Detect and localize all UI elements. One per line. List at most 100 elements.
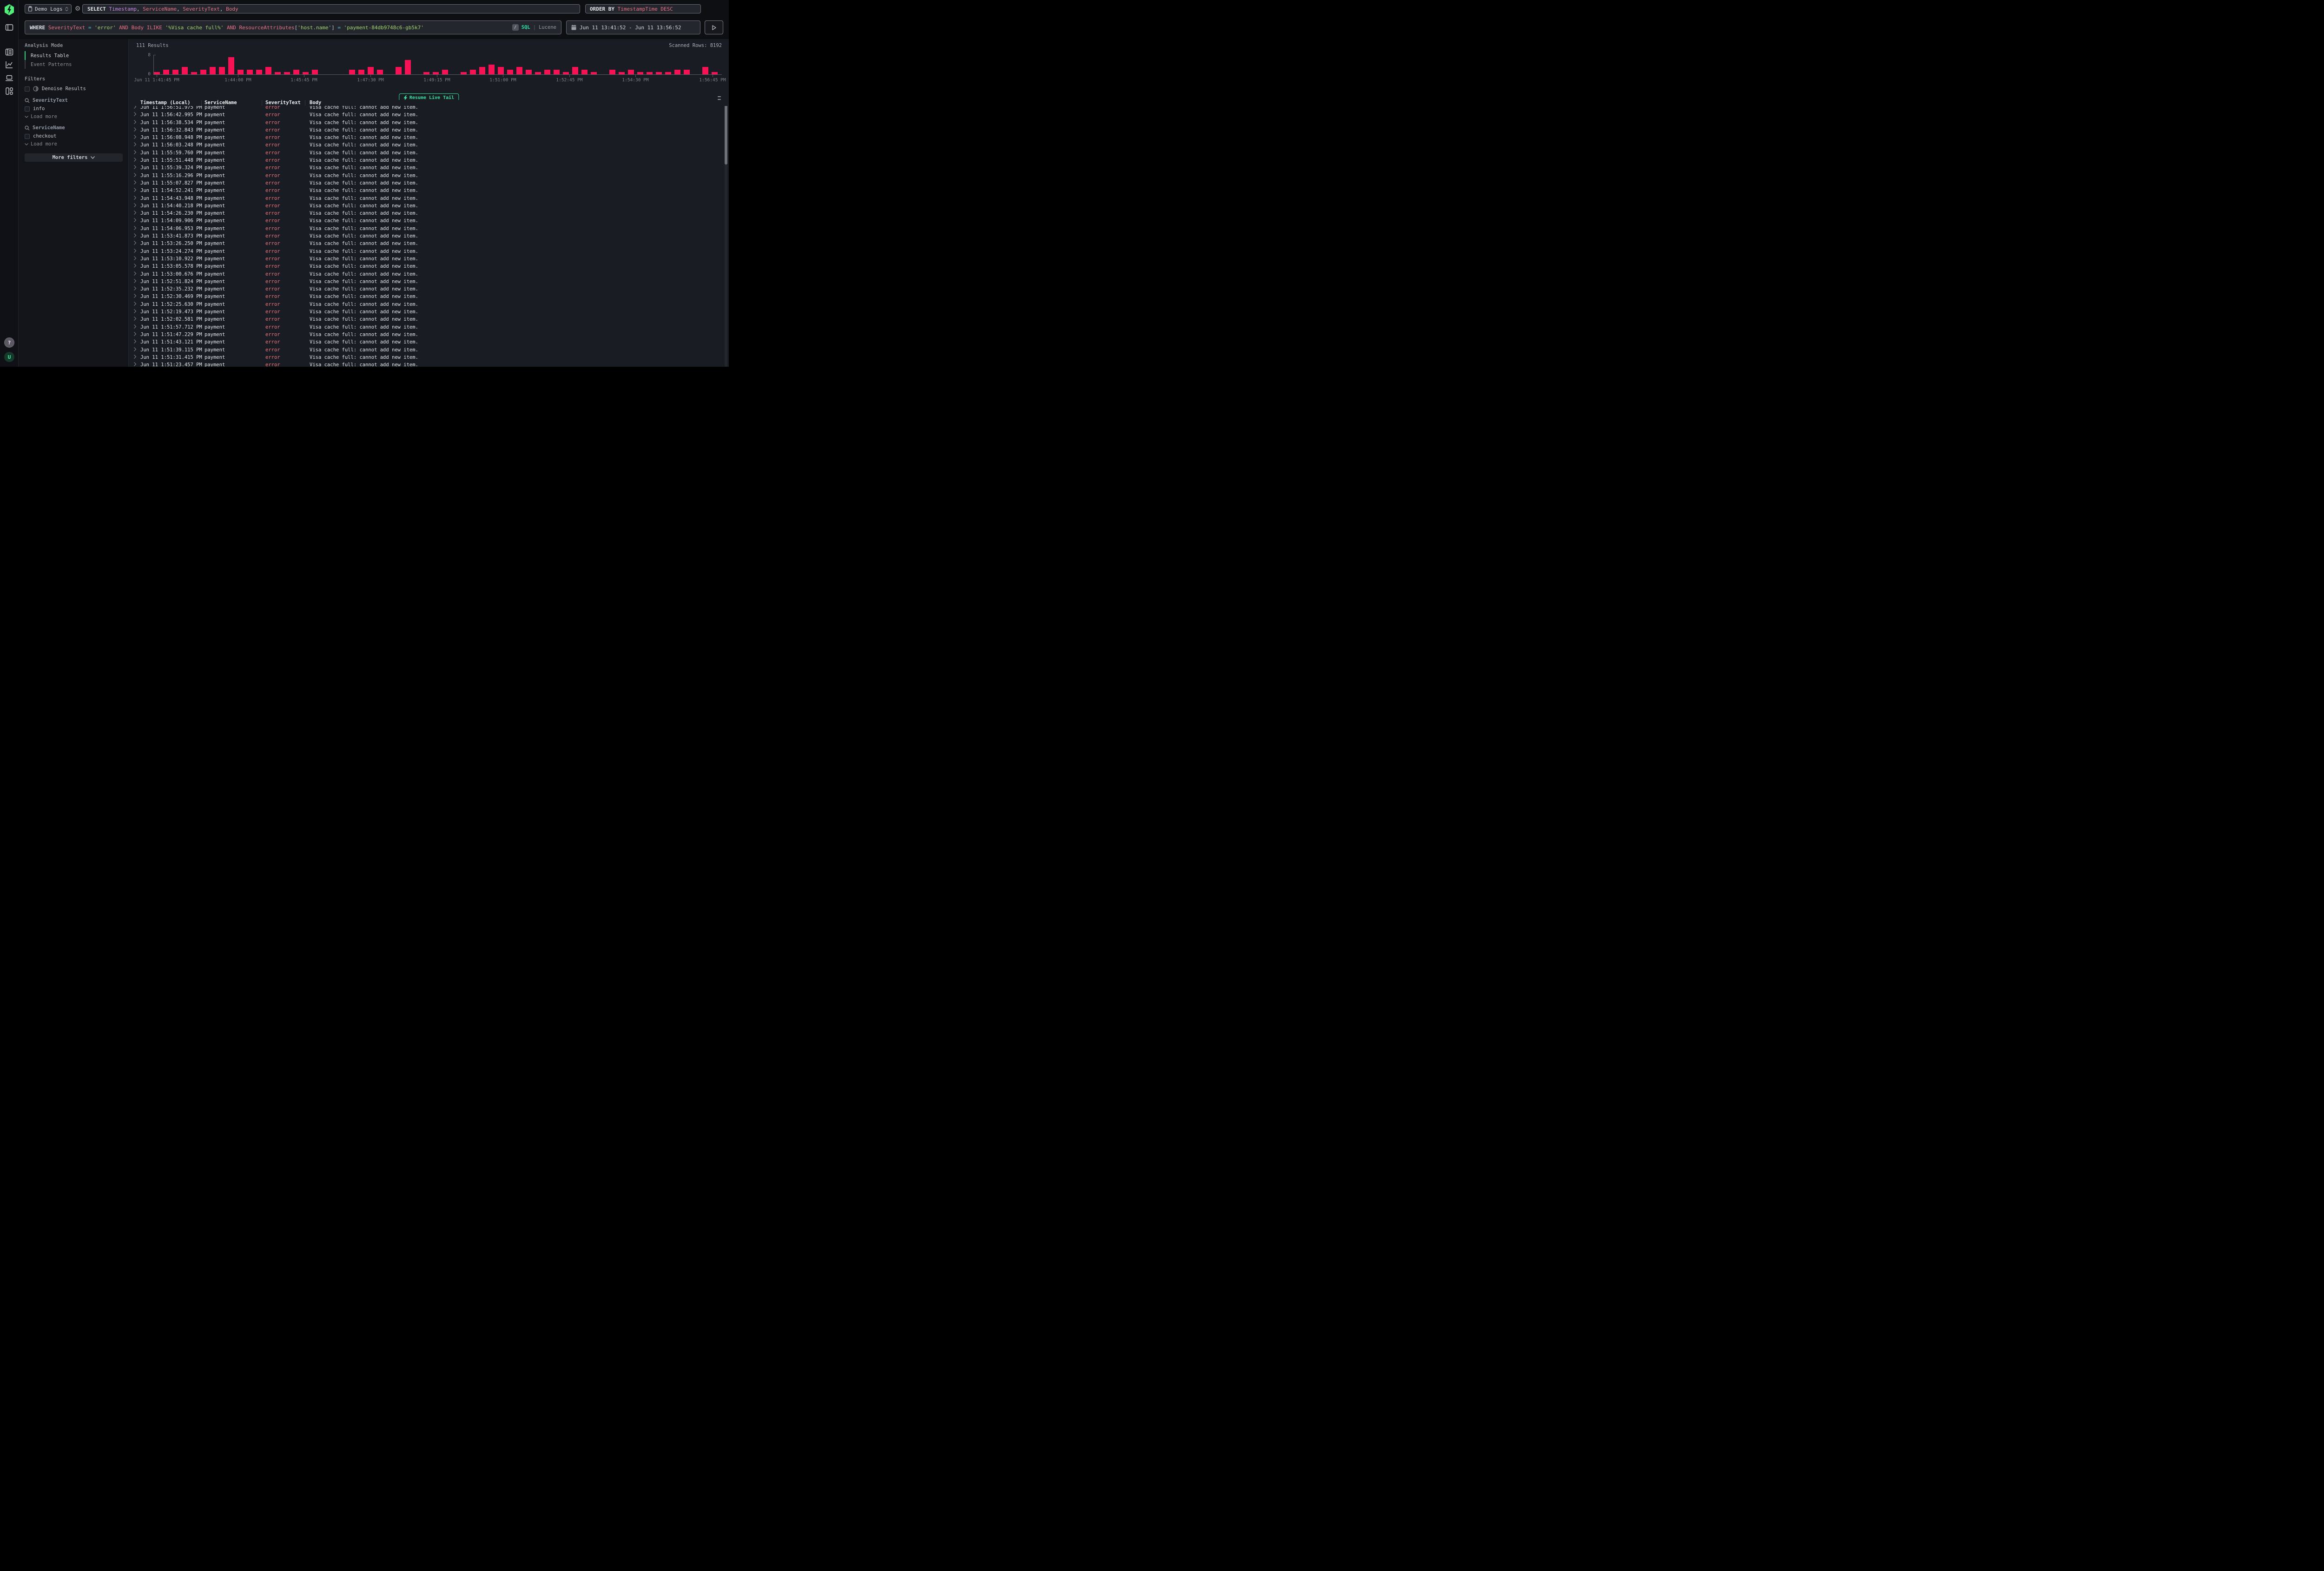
- table-row[interactable]: Jun 11 1:54:40.218 PMpaymenterrorVisa ca…: [129, 203, 724, 210]
- row-expand-chevron-icon[interactable]: [134, 180, 136, 185]
- sql-mode-option[interactable]: SQL: [522, 25, 530, 30]
- table-row[interactable]: Jun 11 1:53:00.676 PMpaymenterrorVisa ca…: [129, 271, 724, 278]
- histogram-bar[interactable]: [219, 67, 225, 74]
- table-row[interactable]: Jun 11 1:55:59.760 PMpaymenterrorVisa ca…: [129, 150, 724, 157]
- histogram-bar[interactable]: [210, 67, 216, 74]
- histogram-bar[interactable]: [303, 72, 309, 74]
- histogram-bar[interactable]: [461, 72, 467, 74]
- histogram-bar[interactable]: [656, 72, 662, 74]
- row-expand-chevron-icon[interactable]: [134, 241, 136, 245]
- column-resize-handle[interactable]: [201, 100, 202, 106]
- row-expand-chevron-icon[interactable]: [134, 271, 136, 276]
- table-row[interactable]: Jun 11 1:55:16.296 PMpaymenterrorVisa ca…: [129, 172, 724, 180]
- histogram-bar[interactable]: [526, 70, 532, 75]
- table-row[interactable]: Jun 11 1:55:07.827 PMpaymenterrorVisa ca…: [129, 180, 724, 187]
- histogram-bar[interactable]: [265, 67, 271, 74]
- row-expand-chevron-icon[interactable]: [134, 355, 136, 359]
- histogram-bar[interactable]: [702, 67, 708, 74]
- histogram-bar[interactable]: [182, 67, 188, 74]
- row-expand-chevron-icon[interactable]: [134, 158, 136, 162]
- histogram-bar[interactable]: [238, 70, 244, 75]
- column-header-body[interactable]: Body: [310, 100, 321, 106]
- table-row[interactable]: Jun 11 1:51:31.415 PMpaymenterrorVisa ca…: [129, 354, 724, 362]
- histogram-bar[interactable]: [293, 70, 299, 75]
- table-row[interactable]: Jun 11 1:56:03.248 PMpaymenterrorVisa ca…: [129, 142, 724, 149]
- run-query-button[interactable]: [705, 20, 723, 34]
- histogram-bar[interactable]: [637, 72, 643, 74]
- histogram-bar[interactable]: [358, 70, 364, 75]
- row-expand-chevron-icon[interactable]: [134, 226, 136, 230]
- filter-group-severitytext[interactable]: SeverityText: [25, 98, 68, 103]
- histogram-bar[interactable]: [609, 70, 615, 75]
- analysis-mode-results-table[interactable]: Results Table: [25, 51, 72, 60]
- panel-toggle-icon[interactable]: [5, 23, 14, 32]
- table-row[interactable]: Jun 11 1:54:26.230 PMpaymenterrorVisa ca…: [129, 210, 724, 218]
- row-expand-chevron-icon[interactable]: [134, 302, 136, 306]
- histogram-bar[interactable]: [163, 70, 169, 75]
- histogram-bar[interactable]: [228, 57, 234, 74]
- histogram-bar[interactable]: [507, 70, 513, 75]
- load-more-severitytext[interactable]: Load more: [25, 114, 57, 119]
- histogram-bar[interactable]: [619, 72, 625, 74]
- source-select[interactable]: Demo Logs: [25, 4, 72, 13]
- row-expand-chevron-icon[interactable]: [134, 112, 136, 116]
- histogram-bar[interactable]: [349, 70, 355, 75]
- table-row[interactable]: Jun 11 1:53:41.873 PMpaymenterrorVisa ca…: [129, 233, 724, 240]
- histogram-bar[interactable]: [674, 70, 680, 75]
- table-row[interactable]: Jun 11 1:51:57.712 PMpaymenterrorVisa ca…: [129, 324, 724, 331]
- table-row[interactable]: Jun 11 1:52:25.630 PMpaymenterrorVisa ca…: [129, 301, 724, 309]
- row-expand-chevron-icon[interactable]: [134, 347, 136, 351]
- chart-explorer-icon[interactable]: [5, 60, 14, 69]
- table-row[interactable]: Jun 11 1:54:09.906 PMpaymenterrorVisa ca…: [129, 218, 724, 225]
- search-logs-icon[interactable]: [5, 47, 14, 57]
- column-header-timestamp[interactable]: Timestamp (Local): [140, 100, 190, 106]
- table-row[interactable]: Jun 11 1:56:32.843 PMpaymenterrorVisa ca…: [129, 127, 724, 134]
- row-expand-chevron-icon[interactable]: [134, 286, 136, 290]
- row-expand-chevron-icon[interactable]: [134, 332, 136, 336]
- histogram-bar[interactable]: [544, 70, 550, 75]
- row-expand-chevron-icon[interactable]: [134, 256, 136, 260]
- sessions-icon[interactable]: [5, 73, 14, 83]
- table-row[interactable]: Jun 11 1:51:23.457 PMpaymenterrorVisa ca…: [129, 362, 724, 367]
- time-range-picker[interactable]: Jun 11 13:41:52 - Jun 11 13:56:52: [566, 20, 700, 34]
- denoise-results-filter[interactable]: Denoise Results: [25, 86, 86, 92]
- table-scrollbar-track[interactable]: [725, 100, 727, 367]
- table-row[interactable]: Jun 11 1:56:42.995 PMpaymenterrorVisa ca…: [129, 112, 724, 119]
- dashboards-icon[interactable]: [5, 86, 14, 96]
- histogram-bar[interactable]: [591, 72, 597, 74]
- row-expand-chevron-icon[interactable]: [134, 324, 136, 329]
- histogram-bar[interactable]: [712, 72, 718, 74]
- table-row[interactable]: Jun 11 1:54:43.948 PMpaymenterrorVisa ca…: [129, 195, 724, 203]
- histogram-bar[interactable]: [377, 70, 383, 75]
- table-row[interactable]: Jun 11 1:51:39.115 PMpaymenterrorVisa ca…: [129, 347, 724, 354]
- row-expand-chevron-icon[interactable]: [134, 135, 136, 139]
- row-expand-chevron-icon[interactable]: [134, 150, 136, 154]
- row-expand-chevron-icon[interactable]: [134, 211, 136, 215]
- column-header-servicename[interactable]: ServiceName: [205, 100, 237, 106]
- histogram-bar[interactable]: [423, 72, 429, 74]
- table-row[interactable]: Jun 11 1:52:51.824 PMpaymenterrorVisa ca…: [129, 278, 724, 286]
- row-expand-chevron-icon[interactable]: [134, 127, 136, 132]
- table-row[interactable]: Jun 11 1:56:08.948 PMpaymenterrorVisa ca…: [129, 134, 724, 142]
- histogram-bar[interactable]: [665, 72, 671, 74]
- table-row[interactable]: Jun 11 1:53:10.922 PMpaymenterrorVisa ca…: [129, 256, 724, 263]
- histogram-bar[interactable]: [554, 70, 560, 75]
- table-row[interactable]: Jun 11 1:55:51.448 PMpaymenterrorVisa ca…: [129, 157, 724, 165]
- avatar[interactable]: U: [4, 352, 14, 362]
- histogram-bar[interactable]: [498, 67, 504, 74]
- table-scrollbar-thumb[interactable]: [725, 103, 727, 165]
- row-expand-chevron-icon[interactable]: [134, 264, 136, 268]
- table-row[interactable]: Jun 11 1:53:26.250 PMpaymenterrorVisa ca…: [129, 240, 724, 248]
- histogram-bar[interactable]: [628, 70, 634, 75]
- table-row[interactable]: Jun 11 1:54:52.241 PMpaymenterrorVisa ca…: [129, 187, 724, 195]
- table-row[interactable]: Jun 11 1:52:02.581 PMpaymenterrorVisa ca…: [129, 316, 724, 323]
- table-row[interactable]: Jun 11 1:55:39.324 PMpaymenterrorVisa ca…: [129, 165, 724, 172]
- table-row[interactable]: Jun 11 1:51:47.229 PMpaymenterrorVisa ca…: [129, 331, 724, 339]
- order-by-input[interactable]: ORDER BY TimestampTime DESC: [585, 4, 701, 13]
- row-expand-chevron-icon[interactable]: [134, 339, 136, 343]
- histogram-bar[interactable]: [247, 70, 253, 75]
- results-histogram[interactable]: 8 0 Jun 11 1:41:45 PM1:44:00 PM1:45:45 P…: [129, 39, 729, 84]
- histogram-bar[interactable]: [581, 70, 588, 75]
- histogram-bar[interactable]: [191, 72, 197, 74]
- histogram-bar[interactable]: [684, 70, 690, 75]
